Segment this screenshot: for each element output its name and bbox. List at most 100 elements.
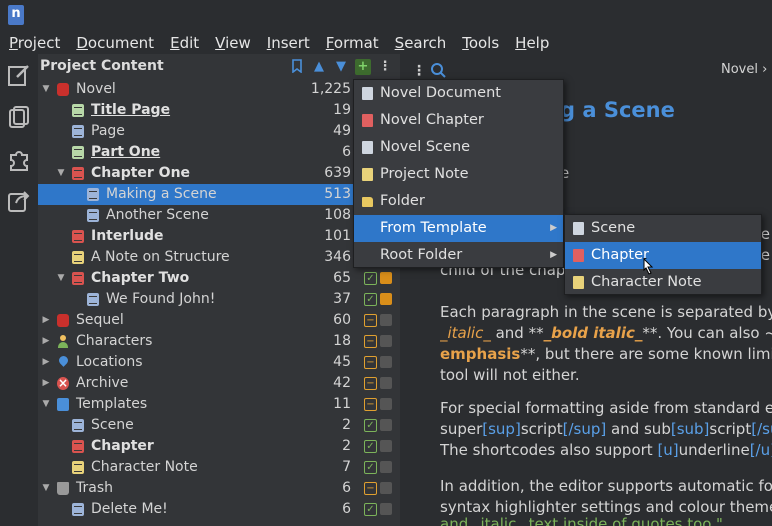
export-icon[interactable] [6, 188, 32, 214]
menu-item-label: Folder [380, 193, 425, 209]
expand-arrow-icon[interactable]: ▼ [41, 478, 51, 499]
tree-row[interactable]: Delete Me! 6 ✓ [38, 499, 400, 520]
bookmark-icon[interactable] [289, 59, 305, 75]
status-minus-icon: − [364, 377, 377, 390]
doc-menu-icon [573, 222, 584, 235]
template-submenu: Scene Chapter Character Note [564, 214, 762, 295]
importance-flag-icon [380, 419, 392, 431]
novel-view-icon[interactable] [6, 104, 32, 130]
menu-insert[interactable]: Insert [258, 30, 317, 54]
tree-row[interactable]: Making a Scene 513 [38, 184, 400, 205]
menu-tools[interactable]: Tools [453, 30, 506, 54]
word-count: 639 [324, 165, 351, 181]
importance-flag-icon [380, 293, 392, 305]
yellow-item-icon [72, 461, 84, 474]
template-menu-item[interactable]: Chapter [565, 242, 761, 269]
red-menu-icon [573, 249, 584, 262]
word-count: 18 [333, 333, 351, 349]
word-count: 2 [342, 438, 351, 454]
editor-more-icon[interactable]: ⋮ [412, 63, 426, 79]
green-item-icon [72, 146, 84, 159]
tree-row[interactable]: ▼ Novel 1,225 [38, 79, 400, 100]
status-minus-icon: − [364, 335, 377, 348]
project-tree-icon[interactable] [6, 62, 32, 88]
collapse-arrow-icon[interactable]: ▶ [41, 373, 51, 394]
collapse-arrow-icon[interactable]: ▶ [41, 352, 51, 373]
add-menu-item[interactable]: Project Note [354, 161, 563, 188]
tree-row[interactable]: Character Note 7 ✓ [38, 457, 400, 478]
menu-document[interactable]: Document [67, 30, 161, 54]
importance-flag-icon [380, 356, 392, 368]
more-menu-icon[interactable]: ⋮ [377, 59, 393, 75]
paragraph-2-line-2: _italic_ and **_bold italic_**. You can … [440, 324, 772, 342]
doc-item-icon [87, 188, 99, 201]
add-item-menu: Novel Document Novel Chapter Novel Scene Pr… [353, 79, 564, 268]
tree-row[interactable]: ▶ Characters 18− [38, 331, 400, 352]
add-menu-item[interactable]: Root Folder ▶ [354, 242, 563, 269]
expand-arrow-icon[interactable]: ▼ [56, 163, 66, 184]
importance-flag-icon [380, 440, 392, 452]
menu-search[interactable]: Search [386, 30, 454, 54]
menu-help[interactable]: Help [506, 30, 556, 54]
collapse-arrow-icon[interactable]: ▶ [41, 331, 51, 352]
tree-item-label: Chapter [91, 438, 154, 454]
tree-row[interactable]: ▼ Templates 11− [38, 394, 400, 415]
word-count: 49 [333, 123, 351, 139]
tree-row[interactable]: Scene 2 ✓ [38, 415, 400, 436]
add-menu-item[interactable]: Folder [354, 188, 563, 215]
word-count: 42 [333, 375, 351, 391]
menu-item-label: Project Note [380, 166, 469, 182]
word-count: 45 [333, 354, 351, 370]
tree-row[interactable]: ▼ Chapter Two 65 ✓ [38, 268, 400, 289]
tree-row[interactable]: ▶ Locations 45− [38, 352, 400, 373]
add-menu-item[interactable]: From Template ▶ [354, 215, 563, 242]
tree-item-label: Archive [76, 375, 129, 391]
tree-row[interactable]: Title Page 19 [38, 100, 400, 121]
tree-item-label: Chapter Two [91, 270, 190, 286]
app-logo-icon: n [8, 5, 24, 25]
tree-row[interactable]: We Found John! 37 ✓ [38, 289, 400, 310]
trash-item-icon [57, 482, 69, 495]
tree-row[interactable]: Page 49 [38, 121, 400, 142]
archive-item-icon [57, 373, 69, 394]
template-menu-item[interactable]: Scene [565, 215, 761, 242]
project-tree: ▼ Novel 1,225 Title Page 19 Page 49 Part One 6 ▼ C… [38, 79, 400, 520]
move-up-icon[interactable]: ▲ [311, 59, 327, 75]
tree-row[interactable]: Interlude 101 [38, 226, 400, 247]
tree-row[interactable]: ▼ Trash 6− [38, 478, 400, 499]
green-item-icon [72, 104, 84, 117]
collapse-arrow-icon[interactable]: ▶ [41, 310, 51, 331]
tree-row[interactable]: Part One 6 [38, 142, 400, 163]
menu-format[interactable]: Format [317, 30, 386, 54]
novelroot-item-icon [57, 314, 69, 327]
expand-arrow-icon[interactable]: ▼ [56, 268, 66, 289]
status-check-icon: ✓ [364, 461, 377, 474]
tree-row[interactable]: Chapter 2 ✓ [38, 436, 400, 457]
person-item-icon [57, 335, 69, 348]
expand-arrow-icon[interactable]: ▼ [41, 394, 51, 415]
menu-project[interactable]: Project [0, 30, 67, 54]
tree-row[interactable]: Another Scene 108 [38, 205, 400, 226]
importance-flag-icon [380, 314, 392, 326]
tree-item-label: Another Scene [106, 207, 209, 223]
tree-row[interactable]: ▶ Sequel 60− [38, 310, 400, 331]
tree-row[interactable]: ▶ Archive 42− [38, 373, 400, 394]
add-menu-item[interactable]: Novel Scene [354, 134, 563, 161]
importance-flag-icon [380, 398, 392, 410]
plugins-icon[interactable] [6, 146, 32, 172]
expand-arrow-icon[interactable]: ▼ [41, 79, 51, 100]
add-menu-item[interactable]: Novel Chapter [354, 107, 563, 134]
add-menu-item[interactable]: Novel Document [354, 80, 563, 107]
tree-row[interactable]: ▼ Chapter One 639 [38, 163, 400, 184]
tree-item-label: A Note on Structure [91, 249, 230, 265]
paragraph-4-line-1: In addition, the editor supports automat… [440, 477, 772, 495]
move-down-icon[interactable]: ▼ [333, 59, 349, 75]
menu-edit[interactable]: Edit [161, 30, 206, 54]
add-item-icon[interactable]: + [355, 59, 371, 75]
tree-item-label: Chapter One [91, 165, 191, 181]
tree-row[interactable]: A Note on Structure 346 [38, 247, 400, 268]
template-menu-item[interactable]: Character Note [565, 269, 761, 296]
tree-item-label: Character Note [91, 459, 198, 475]
menu-view[interactable]: View [206, 30, 258, 54]
importance-flag-icon [380, 335, 392, 347]
